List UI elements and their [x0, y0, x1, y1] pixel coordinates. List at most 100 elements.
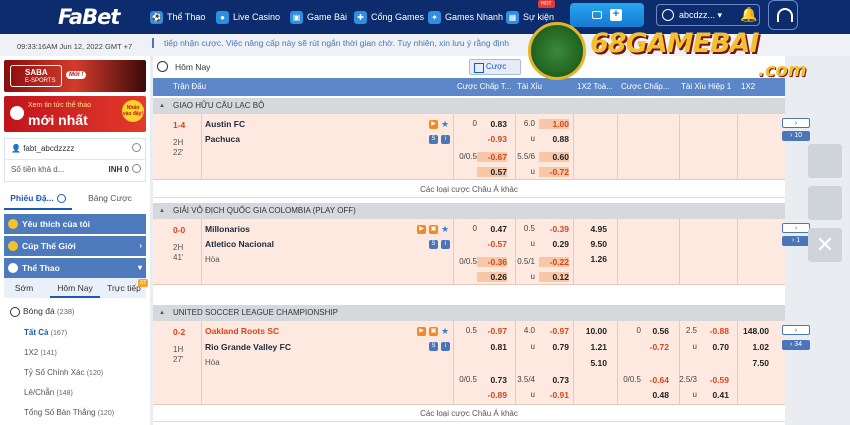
odd-value[interactable]: 0.47	[477, 224, 507, 234]
live-stream-icon[interactable]: ▣	[429, 327, 438, 336]
odd-value[interactable]: -0.91	[539, 390, 569, 400]
live-tv-icon[interactable]: ▶	[429, 120, 438, 129]
odd-value[interactable]: -0.59	[699, 375, 729, 385]
odd-value[interactable]: -0.57	[477, 239, 507, 249]
odd-value[interactable]: -0.39	[539, 224, 569, 234]
collapse-icon[interactable]	[132, 143, 141, 152]
odd-value[interactable]: -0.89	[477, 390, 507, 400]
bet-type-all[interactable]: Tất Cả (167)	[24, 328, 67, 337]
info-icon[interactable]: i	[441, 240, 450, 249]
odd-value[interactable]: 0.73	[539, 375, 569, 385]
live-count-badge: 37	[137, 279, 148, 287]
page-title: Hôm Nay	[175, 62, 211, 72]
odd-value[interactable]: 0.79	[539, 342, 569, 352]
odd-value[interactable]: 0.81	[477, 342, 507, 352]
more-markets-button[interactable]: › 10	[782, 131, 810, 141]
odd-value[interactable]: -0.97	[539, 326, 569, 336]
live-stream-icon[interactable]: ▣	[429, 225, 438, 234]
live-tv-icon[interactable]: ▶	[417, 327, 426, 336]
bet-type-correct-score[interactable]: Tỷ Số Chính Xác (120)	[24, 368, 103, 377]
tab-live[interactable]: Trực tiếp 37	[102, 278, 148, 298]
nav-sports[interactable]: ⚽ Thể Thao	[150, 0, 205, 34]
odd-value[interactable]: 0.88	[539, 134, 569, 144]
expand-button[interactable]: ›	[782, 325, 810, 335]
odd-value[interactable]: -0.72	[539, 167, 569, 177]
tab-early[interactable]: Sớm	[4, 278, 44, 298]
odd-value[interactable]: 1.21	[577, 342, 607, 352]
odd-value[interactable]: -0.93	[477, 134, 507, 144]
more-markets-button[interactable]: › 34	[782, 340, 810, 350]
nav-live-casino[interactable]: ● Live Casino	[216, 0, 280, 34]
odd-value[interactable]: 148.00	[739, 326, 769, 336]
odd-value[interactable]: -0.72	[639, 342, 669, 352]
balance-value: INH 0	[108, 165, 129, 174]
favorite-star-icon[interactable]: ★	[441, 326, 449, 337]
favorite-star-icon[interactable]: ★	[441, 224, 449, 235]
menu-world-cup[interactable]: Cúp Thế Giới ›	[4, 236, 146, 256]
fullscreen-icon[interactable]	[808, 186, 842, 220]
league-header[interactable]: UNITED SOCCER LEAGUE CHAMPIONSHIP	[153, 305, 785, 321]
odd-value[interactable]: 9.50	[577, 239, 607, 249]
odd-value[interactable]: 4.95	[577, 224, 607, 234]
expand-button[interactable]: ›	[782, 118, 810, 128]
close-icon[interactable]: ✕	[808, 228, 842, 262]
expand-button[interactable]: ›	[782, 223, 810, 233]
odd-value[interactable]: 0.29	[539, 239, 569, 249]
saba-esports-banner[interactable]: SABA E-SPORTS Mới !	[4, 60, 146, 92]
bet-view-button[interactable]: Cược	[469, 59, 521, 75]
more-markets-button[interactable]: › 1	[782, 236, 810, 246]
tab-bet-slip[interactable]: Phiếu Đặ...	[4, 188, 72, 210]
odd-value[interactable]: 0.57	[477, 167, 507, 177]
sport-soccer[interactable]: Bóng đá (238)	[10, 306, 75, 317]
datetime: 09:33:16AM Jun 12, 2022 GMT +7	[17, 42, 133, 51]
match-half: 2H	[173, 138, 184, 147]
nav-games-nhanh[interactable]: ✦ Games Nhanh	[428, 0, 503, 34]
info-icon[interactable]: i	[441, 342, 450, 351]
odd-value[interactable]: -0.88	[699, 326, 729, 336]
odd-value[interactable]: 1.02	[739, 342, 769, 352]
odd-value[interactable]: -0.97	[477, 326, 507, 336]
bet-type-total-goals[interactable]: Tổng Số Bàn Thắng (120)	[24, 408, 114, 417]
live-tv-icon[interactable]: ▶	[417, 225, 426, 234]
more-asian-bets-link[interactable]: Các loại cược Châu Á khác	[153, 406, 785, 422]
odd-value[interactable]: 0.83	[477, 119, 507, 129]
odd-value[interactable]: 10.00	[577, 326, 607, 336]
trophy-icon	[8, 241, 18, 251]
odd-value[interactable]: 0.73	[477, 375, 507, 385]
league-header[interactable]: GIẢI VÔ ĐỊCH QUỐC GIA COLOMBIA (PLAY OFF…	[153, 203, 785, 219]
odd-value[interactable]: 0.41	[699, 390, 729, 400]
odd-value[interactable]: -0.36	[477, 257, 507, 267]
stats-icon[interactable]: S	[429, 135, 438, 144]
stats-icon[interactable]: S	[429, 240, 438, 249]
tab-today[interactable]: Hôm Nay	[50, 278, 100, 298]
sports-news-banner[interactable]: Xem tin tức thể thao mới nhất Nhấn vào đ…	[4, 96, 146, 132]
odd-value[interactable]: -0.67	[477, 152, 507, 162]
bet-type-1x2[interactable]: 1X2 (141)	[24, 348, 57, 357]
tab-bet-list[interactable]: Bảng Cược	[74, 188, 146, 210]
odd-value[interactable]: 5.10	[577, 358, 607, 368]
info-icon[interactable]: i	[441, 135, 450, 144]
odd-value[interactable]: 7.50	[739, 358, 769, 368]
odd-value[interactable]: 0.56	[639, 326, 669, 336]
odd-value[interactable]: 1.00	[539, 119, 569, 129]
bet-type-odd-even[interactable]: Lẻ/Chẵn (148)	[24, 388, 73, 397]
odd-value[interactable]: 1.26	[577, 254, 607, 264]
odd-value[interactable]: 0.60	[539, 152, 569, 162]
odd-value[interactable]: 0.48	[639, 390, 669, 400]
nav-game-bai[interactable]: ▣ Game Bài	[290, 0, 347, 34]
odd-value[interactable]: -0.64	[639, 375, 669, 385]
odd-value[interactable]: -0.22	[539, 257, 569, 267]
menu-sports[interactable]: Thể Thao ▾	[4, 258, 146, 278]
odd-value[interactable]: 0.12	[539, 272, 569, 282]
nav-cong-games[interactable]: ✚ Cổng Games	[354, 0, 424, 34]
stats-icon[interactable]: S	[429, 342, 438, 351]
league-header[interactable]: GIAO HỮU CÂU LẠC BỘ	[153, 98, 785, 114]
more-asian-bets-link[interactable]: Các loại cược Châu Á khác	[153, 182, 785, 198]
menu-favorites[interactable]: Yêu thích của tôi	[4, 214, 146, 234]
fabet-logo[interactable]: FaBet	[58, 5, 120, 29]
odd-value[interactable]: 0.70	[699, 342, 729, 352]
odd-value[interactable]: 0.26	[477, 272, 507, 282]
favorite-star-icon[interactable]: ★	[441, 119, 449, 130]
ticket-icon[interactable]	[808, 144, 842, 178]
refresh-icon[interactable]	[132, 164, 141, 173]
